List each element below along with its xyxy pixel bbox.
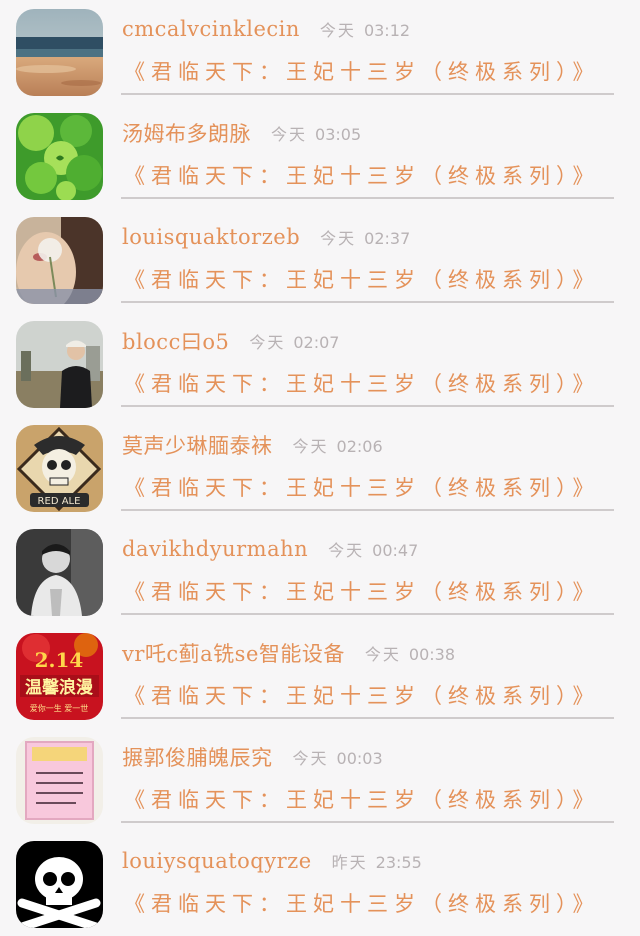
avatar[interactable]: [16, 9, 103, 96]
man-street-photo-icon: [16, 321, 103, 408]
list-item[interactable]: 搌郭俊脯魄辰究 今天 00:03 《君临天下：王妃十三岁（终极系列）》: [0, 728, 640, 832]
timestamp: 今天 00:03: [292, 749, 383, 768]
card-subtitle-text: 爱你一生 爱一世: [30, 703, 89, 713]
list-item[interactable]: blocc曰o5 今天 02:07 《君临天下：王妃十三岁（终极系列）》: [0, 312, 640, 416]
message-text[interactable]: 《君临天下：王妃十三岁（终极系列）》: [124, 576, 600, 606]
username[interactable]: cmcalvcinklecin: [122, 17, 300, 41]
girl-dandelion-photo-icon: [16, 217, 103, 304]
username[interactable]: vr吒c蓟a铣se智能设备: [122, 638, 345, 668]
timestamp: 今天 02:06: [292, 437, 383, 456]
message-text[interactable]: 《君临天下：王妃十三岁（终极系列）》: [124, 680, 600, 710]
username[interactable]: blocc曰o5: [122, 326, 229, 356]
avatar[interactable]: RED ALE: [16, 425, 103, 512]
list-item[interactable]: louisquaktorzeb 今天 02:37 《君临天下：王妃十三岁（终极系列…: [0, 208, 640, 312]
timestamp: 今天 02:07: [249, 333, 340, 352]
valentine-card-icon: 2.14 温馨浪漫 爱你一生 爱一世: [16, 633, 103, 720]
timestamp: 昨天 23:55: [331, 853, 422, 872]
skull-crossbones-icon: [16, 841, 103, 928]
timestamp: 今天 02:37: [320, 229, 411, 248]
list-item[interactable]: louiysquatoqyrze 昨天 23:55 《君临天下：王妃十三岁（终极系…: [0, 832, 640, 936]
avatar[interactable]: [16, 529, 103, 616]
username[interactable]: 莫声少琳腼泰袜: [122, 430, 273, 460]
divider: [121, 405, 614, 407]
username[interactable]: 汤姆布多朗脉: [122, 118, 251, 148]
timestamp: 今天 00:38: [364, 645, 456, 664]
message-text[interactable]: 《君临天下：王妃十三岁（终极系列）》: [124, 264, 600, 294]
message-text[interactable]: 《君临天下：王妃十三岁（终极系列）》: [124, 472, 600, 502]
list-item[interactable]: 汤姆布多朗脉 今天 03:05 《君临天下：王妃十三岁（终极系列）》: [0, 104, 640, 208]
badge-text: RED ALE: [38, 496, 81, 507]
skull-badge-icon: RED ALE: [16, 425, 103, 512]
list-item[interactable]: cmcalvcinklecin 今天 03:12 《君临天下：王妃十三岁（终极系列…: [0, 0, 640, 104]
timestamp: 今天 00:47: [328, 541, 419, 560]
divider: [121, 197, 614, 199]
message-text[interactable]: 《君临天下：王妃十三岁（终极系列）》: [124, 160, 600, 190]
pink-greeting-card-icon: [16, 737, 103, 824]
timestamp: 今天 03:12: [319, 21, 411, 40]
username[interactable]: louiysquatoqyrze: [122, 849, 312, 873]
message-text[interactable]: 《君临天下：王妃十三岁（终极系列）》: [124, 784, 600, 814]
list-item[interactable]: RED ALE 莫声少琳腼泰袜 今天 02:06 《君临天下：王妃十三岁（终极系列…: [0, 416, 640, 520]
message-text[interactable]: 《君临天下：王妃十三岁（终极系列）》: [124, 56, 600, 86]
beach-photo-icon: [16, 9, 103, 96]
divider: [121, 717, 614, 719]
man-bw-photo-icon: [16, 529, 103, 616]
avatar[interactable]: [16, 841, 103, 928]
timestamp: 今天 03:05: [271, 125, 362, 144]
message-text[interactable]: 《君临天下：王妃十三岁（终极系列）》: [124, 888, 600, 918]
clover-photo-icon: [16, 113, 103, 200]
avatar[interactable]: [16, 217, 103, 304]
username[interactable]: louisquaktorzeb: [122, 225, 300, 249]
username[interactable]: davikhdyurmahn: [122, 537, 308, 561]
message-feed: cmcalvcinklecin 今天 03:12 《君临天下：王妃十三岁（终极系列…: [0, 0, 640, 930]
divider: [121, 509, 614, 511]
avatar[interactable]: [16, 321, 103, 408]
list-item[interactable]: davikhdyurmahn 今天 00:47 《君临天下：王妃十三岁（终极系列）…: [0, 520, 640, 624]
avatar[interactable]: 2.14 温馨浪漫 爱你一生 爱一世: [16, 633, 103, 720]
list-item[interactable]: 2.14 温馨浪漫 爱你一生 爱一世 vr吒c蓟a铣se智能设备 今天 00:38…: [0, 624, 640, 728]
message-text[interactable]: 《君临天下：王妃十三岁（终极系列）》: [124, 368, 600, 398]
card-title-text: 温馨浪漫: [25, 677, 94, 698]
divider: [121, 301, 614, 303]
divider: [121, 821, 614, 823]
divider: [121, 93, 614, 95]
card-date-text: 2.14: [35, 648, 84, 672]
avatar[interactable]: [16, 737, 103, 824]
avatar[interactable]: [16, 113, 103, 200]
username[interactable]: 搌郭俊脯魄辰究: [122, 742, 273, 772]
divider: [121, 613, 614, 615]
